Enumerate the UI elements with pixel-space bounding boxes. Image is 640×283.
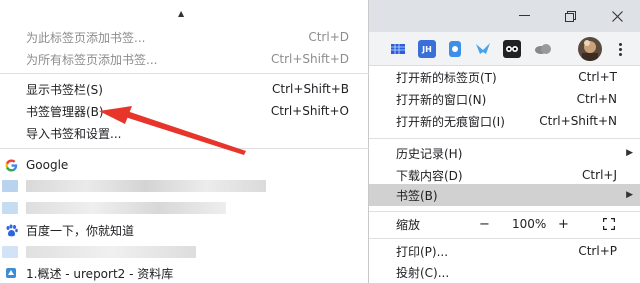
cloud-extension-icon[interactable] [534,40,552,58]
eyes-extension-icon[interactable] [503,40,521,58]
zoom-out-button[interactable]: − [479,217,490,232]
chrome-main-menu: 打开新的标签页(T) Ctrl+T 打开新的窗口(N) Ctrl+N 打开新的无… [369,66,640,283]
ureport-icon [4,266,18,280]
bookmark-label: Google [26,158,69,172]
menu-item-import-bookmarks[interactable]: 导入书签和设置... [0,122,369,144]
menu-item-shortcut: Ctrl+Shift+O [270,104,349,118]
menu-item-label: 为所有标签页添加书签... [26,52,158,67]
menu-item-bookmark-all-tabs[interactable]: 为所有标签页添加书签... Ctrl+Shift+D [0,48,369,70]
menu-divider [369,138,640,139]
bird-extension-icon[interactable] [474,40,492,58]
menu-item-label: 显示书签栏(S) [26,82,103,97]
menu-item-cast[interactable]: 投射(C)... [369,261,640,283]
tag-extension-icon[interactable] [446,40,464,58]
menu-item-show-bookmarks-bar[interactable]: 显示书签栏(S) Ctrl+Shift+B [0,78,369,100]
menu-item-incognito-window[interactable]: 打开新的无痕窗口(I) Ctrl+Shift+N [369,110,640,132]
grid-extension-icon[interactable] [389,40,407,58]
submenu-arrow-icon: ▶ [626,190,633,200]
menu-item-label: 投射(C)... [396,265,450,280]
zoom-in-button[interactable]: + [558,217,569,232]
menu-item-label: 打印(P)... [396,244,449,259]
menu-item-label: 打开新的标签页(T) [396,70,497,85]
menu-item-bookmarks[interactable]: 书签(B) ▶ [369,184,640,206]
menu-item-shortcut: Ctrl+Shift+N [539,114,617,128]
fullscreen-icon[interactable] [602,217,616,233]
menu-item-bookmark-manager[interactable]: 书签管理器(B) Ctrl+Shift+O [0,100,369,122]
jh-extension-text: JH [422,44,432,54]
menu-item-shortcut: Ctrl+T [578,70,617,84]
more-menu-icon[interactable] [610,39,630,59]
menu-item-shortcut: Ctrl+J [582,168,617,182]
menu-item-bookmark-this-tab[interactable]: 为此标签页添加书签... Ctrl+D [0,26,369,48]
close-icon[interactable] [594,0,640,32]
toolbar: JH [366,32,640,66]
minimize-icon[interactable] [501,0,547,32]
menu-item-shortcut: Ctrl+N [576,92,617,106]
menu-item-label: 下载内容(D) [396,168,463,183]
menu-item-label: 打开新的无痕窗口(I) [396,114,505,129]
menu-item-shortcut: Ctrl+Shift+D [271,52,349,66]
baidu-paw-icon [4,223,18,237]
menu-divider [369,238,640,239]
bookmark-google[interactable]: Google [0,154,369,176]
menu-item-label: 书签管理器(B) [26,104,104,119]
title-bar [366,0,640,32]
menu-item-new-window[interactable]: 打开新的窗口(N) Ctrl+N [369,88,640,110]
submenu-arrow-icon: ▶ [626,148,633,158]
menu-divider [369,211,640,212]
menu-item-zoom: 缩放 − 100% + [369,213,640,235]
menu-item-shortcut: Ctrl+Shift+B [272,82,349,96]
bookmark-ureport[interactable]: 1.概述 - ureport2 - 资料库 [0,262,369,283]
bookmark-label: 1.概述 - ureport2 - 资料库 [26,266,174,281]
restore-icon[interactable] [547,0,593,32]
menu-item-label: 为此标签页添加书签... [26,30,146,45]
menu-item-downloads[interactable]: 下载内容(D) Ctrl+J [369,164,640,186]
menu-item-label: 打开新的窗口(N) [396,92,487,107]
bookmarks-submenu: ▲ 为此标签页添加书签... Ctrl+D 为所有标签页添加书签... Ctrl… [0,0,369,283]
avatar[interactable] [578,37,602,61]
jh-extension-icon[interactable]: JH [418,40,436,58]
bookmark-baidu[interactable]: 百度一下，你就知道 [0,219,369,241]
menu-divider [0,73,369,74]
menu-item-shortcut: Ctrl+P [578,244,617,258]
menu-item-shortcut: Ctrl+D [308,30,349,44]
zoom-label: 缩放 [396,217,421,232]
menu-item-new-tab[interactable]: 打开新的标签页(T) Ctrl+T [369,66,640,88]
menu-item-label: 导入书签和设置... [26,126,122,141]
menu-item-label: 历史记录(H) [396,146,463,161]
zoom-level: 100% [512,217,547,231]
scroll-up-icon[interactable]: ▲ [178,9,184,18]
menu-item-history[interactable]: 历史记录(H) ▶ [369,142,640,164]
menu-item-label: 书签(B) [396,188,438,203]
menu-divider [0,148,369,149]
menu-item-print[interactable]: 打印(P)... Ctrl+P [369,240,640,262]
google-icon [4,158,18,172]
bookmark-label: 百度一下，你就知道 [26,223,135,238]
